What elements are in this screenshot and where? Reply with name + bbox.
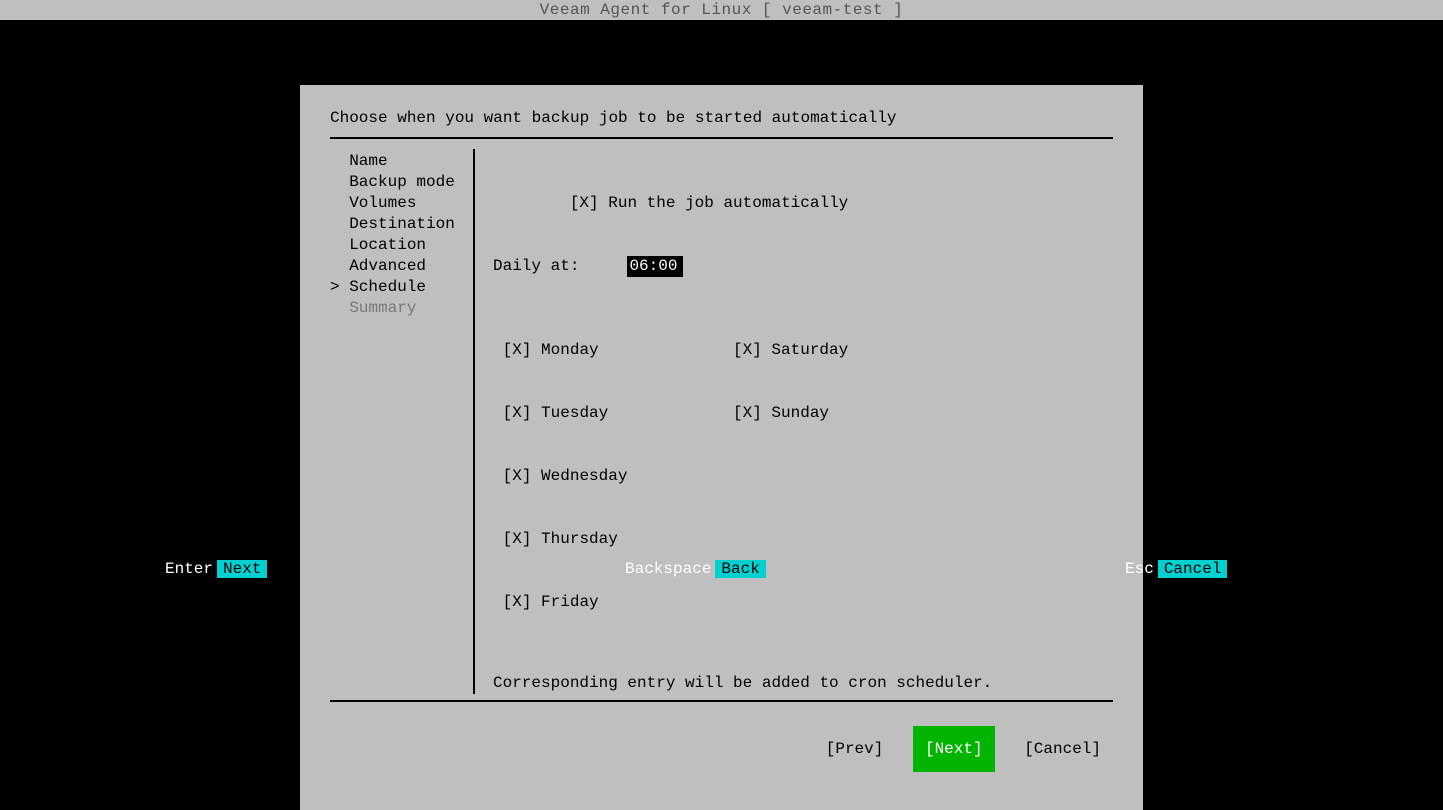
schedule-dialog: Choose when you want backup job to be st…	[300, 85, 1143, 810]
prev-button[interactable]: [Prev]	[814, 726, 896, 772]
day-tuesday-checkbox[interactable]: [X]	[503, 404, 532, 422]
next-button[interactable]: [Next]	[913, 726, 995, 772]
day-thursday-label: Thursday	[541, 530, 618, 548]
sidebar-item-location[interactable]: Location	[330, 235, 465, 256]
sidebar-item-volumes[interactable]: Volumes	[330, 193, 465, 214]
day-monday-checkbox[interactable]: [X]	[503, 341, 532, 359]
sidebar-item-destination[interactable]: Destination	[330, 214, 465, 235]
day-friday-label: Friday	[541, 593, 599, 611]
enter-action[interactable]: Next	[217, 560, 267, 578]
backspace-key-label: Backspace	[625, 560, 711, 578]
back-action[interactable]: Back	[715, 560, 765, 578]
wizard-sidebar: Name Backup mode Volumes Destination Loc…	[330, 149, 475, 694]
day-sunday-label: Sunday	[771, 404, 829, 422]
sidebar-item-summary: Summary	[330, 298, 465, 319]
esc-key-label: Esc	[1125, 560, 1154, 578]
day-wednesday-checkbox[interactable]: [X]	[503, 467, 532, 485]
cron-note: Corresponding entry will be added to cro…	[493, 673, 1113, 694]
day-friday-checkbox[interactable]: [X]	[503, 593, 532, 611]
dialog-body: Name Backup mode Volumes Destination Loc…	[330, 149, 1113, 702]
shortcut-bar: EnterNext BackspaceBack EscCancel	[0, 560, 1443, 582]
day-thursday-checkbox[interactable]: [X]	[503, 530, 532, 548]
sidebar-item-name[interactable]: Name	[330, 151, 465, 172]
cancel-button[interactable]: [Cancel]	[1012, 726, 1113, 772]
sidebar-item-advanced[interactable]: Advanced	[330, 256, 465, 277]
daily-time-input[interactable]: 06:00	[627, 256, 683, 277]
day-wednesday-label: Wednesday	[541, 467, 627, 485]
enter-key-label: Enter	[165, 560, 213, 578]
cancel-action[interactable]: Cancel	[1158, 560, 1228, 578]
day-tuesday-label: Tuesday	[541, 404, 608, 422]
day-saturday-label: Saturday	[771, 341, 848, 359]
window-titlebar: Veeam Agent for Linux [ veeam-test ]	[0, 0, 1443, 20]
run-auto-label: Run the job automatically	[608, 194, 848, 212]
day-monday-label: Monday	[541, 341, 599, 359]
daily-at-label: Daily at:	[493, 257, 579, 275]
day-sunday-checkbox[interactable]: [X]	[733, 404, 762, 422]
sidebar-item-schedule[interactable]: Schedule	[330, 277, 465, 298]
run-auto-checkbox[interactable]: [X]	[570, 194, 599, 212]
sidebar-item-backup-mode[interactable]: Backup mode	[330, 172, 465, 193]
day-saturday-checkbox[interactable]: [X]	[733, 341, 762, 359]
dialog-content: [X] Run the job automatically Daily at: …	[475, 149, 1113, 694]
dialog-footer: [Prev] [Next] [Cancel]	[330, 702, 1113, 790]
dialog-header: Choose when you want backup job to be st…	[330, 109, 1113, 139]
